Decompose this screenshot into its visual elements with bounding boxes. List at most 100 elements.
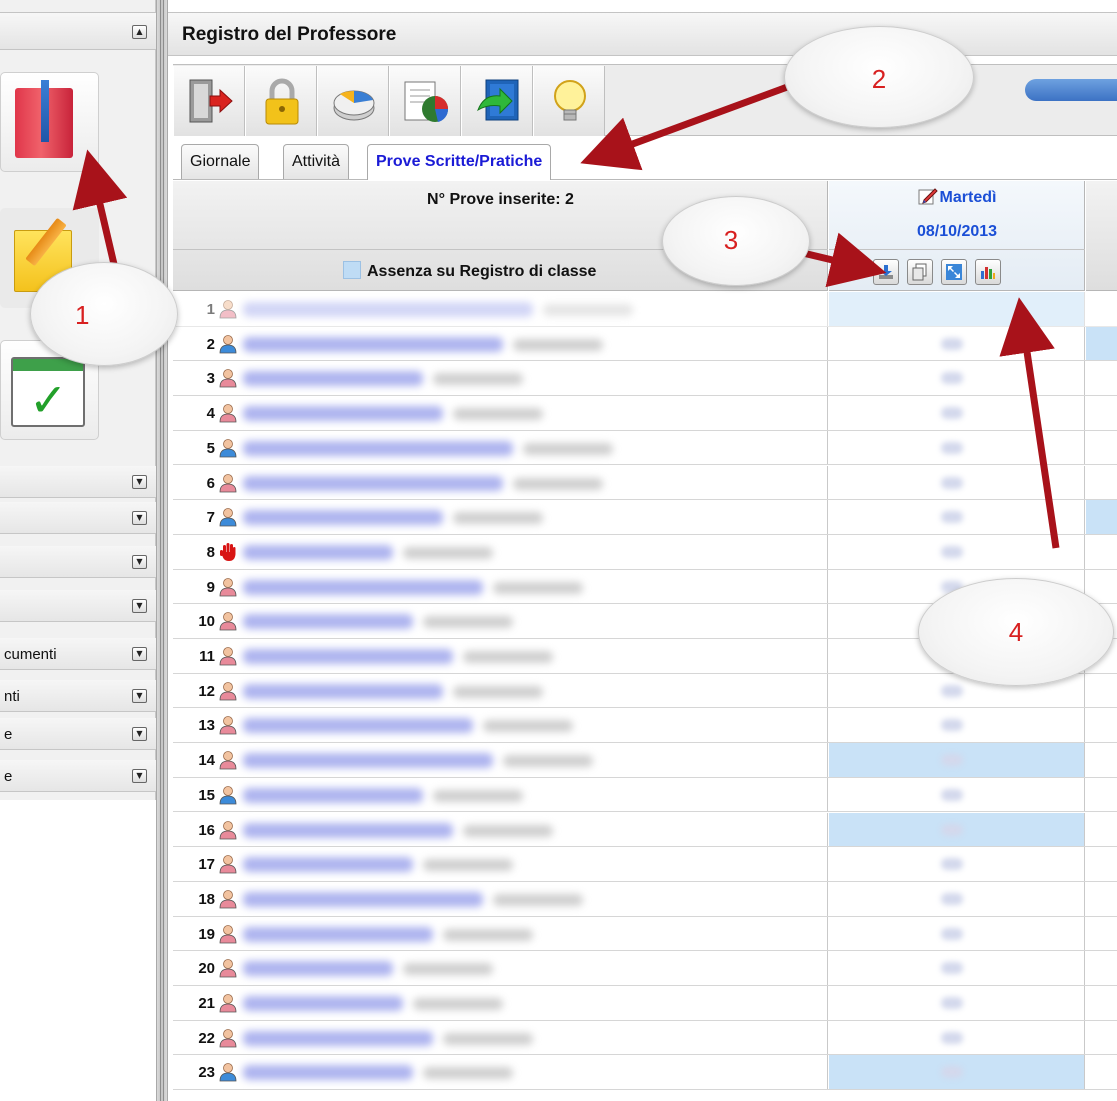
- chevron-down-icon[interactable]: ▼: [132, 511, 147, 525]
- grade-cell[interactable]: [829, 743, 1085, 777]
- grade-cell[interactable]: [829, 1055, 1085, 1090]
- chevron-down-icon[interactable]: ▼: [132, 475, 147, 489]
- sidebar-section-6[interactable]: nti ▼: [0, 680, 156, 712]
- tab-prove-scritte-pratiche[interactable]: Prove Scritte/Pratiche: [367, 144, 552, 180]
- next-column-cell[interactable]: [1086, 396, 1117, 430]
- sidebar-collapse-button[interactable]: ▲: [132, 25, 147, 39]
- table-row[interactable]: 13: [173, 708, 1117, 744]
- sidebar-section-1[interactable]: ▼: [0, 466, 156, 498]
- next-column-cell[interactable]: [1086, 916, 1117, 951]
- chevron-down-icon[interactable]: ▼: [132, 689, 147, 703]
- student-name-redacted[interactable]: [243, 336, 503, 352]
- lock-button[interactable]: [245, 66, 317, 136]
- export-button[interactable]: [461, 66, 533, 136]
- grade-cell[interactable]: [829, 916, 1085, 951]
- sidebar-section-3[interactable]: ▼: [0, 546, 156, 578]
- statistics-button[interactable]: [317, 66, 389, 136]
- grade-cell[interactable]: [829, 951, 1085, 985]
- panel-splitter[interactable]: [156, 0, 168, 1101]
- chevron-down-icon[interactable]: ▼: [132, 769, 147, 783]
- student-name-redacted[interactable]: [243, 440, 513, 456]
- student-name-redacted[interactable]: [243, 649, 453, 664]
- student-name-redacted[interactable]: [243, 996, 403, 1011]
- next-column-cell[interactable]: [1086, 500, 1117, 534]
- next-column-cell[interactable]: [1086, 361, 1117, 396]
- table-row[interactable]: 14: [173, 743, 1117, 778]
- next-column-cell[interactable]: [1086, 534, 1117, 569]
- table-row[interactable]: 5: [173, 430, 1117, 466]
- grade-cell[interactable]: [829, 812, 1085, 847]
- table-row[interactable]: 6: [173, 465, 1117, 501]
- grade-cell[interactable]: [829, 777, 1085, 812]
- help-tips-button[interactable]: [533, 66, 605, 136]
- grade-cell[interactable]: [829, 534, 1085, 569]
- table-row[interactable]: 2: [173, 326, 1117, 362]
- next-column-cell[interactable]: [1086, 847, 1117, 881]
- grade-cell[interactable]: [829, 465, 1085, 500]
- table-row[interactable]: 21: [173, 986, 1117, 1021]
- student-name-redacted[interactable]: [243, 926, 433, 942]
- student-name-redacted[interactable]: [243, 753, 493, 769]
- student-name-redacted[interactable]: [243, 1030, 433, 1046]
- grade-cell[interactable]: [829, 708, 1085, 743]
- table-row[interactable]: 8: [173, 534, 1117, 570]
- table-row[interactable]: 15: [173, 777, 1117, 813]
- student-name-redacted[interactable]: [243, 510, 443, 526]
- sidebar-section-7[interactable]: e ▼: [0, 718, 156, 750]
- student-name-redacted[interactable]: [243, 475, 503, 491]
- table-row[interactable]: 17: [173, 847, 1117, 882]
- next-column-cell[interactable]: [1086, 951, 1117, 985]
- tab-attivita[interactable]: Attività: [283, 144, 350, 179]
- next-column-cell[interactable]: [1086, 1055, 1117, 1090]
- sidebar-section-documents[interactable]: cumenti ▼: [0, 638, 156, 670]
- student-name-redacted[interactable]: [243, 302, 533, 317]
- sidebar-section-8[interactable]: e ▼: [0, 760, 156, 792]
- next-column-cell[interactable]: [1086, 430, 1117, 465]
- report-button[interactable]: [389, 66, 461, 136]
- next-column-cell[interactable]: [1086, 881, 1117, 916]
- grade-cell[interactable]: [829, 326, 1085, 361]
- next-column-cell[interactable]: [1086, 292, 1117, 326]
- chevron-down-icon[interactable]: ▼: [132, 599, 147, 613]
- table-row[interactable]: 7: [173, 500, 1117, 535]
- next-column-cell[interactable]: [1086, 326, 1117, 361]
- grade-cell[interactable]: [829, 430, 1085, 465]
- table-row[interactable]: 23: [173, 1055, 1117, 1091]
- grade-cell[interactable]: [829, 396, 1085, 430]
- register-tile-button[interactable]: [0, 72, 99, 172]
- next-column-cell[interactable]: [1086, 708, 1117, 743]
- expand-test-button[interactable]: [941, 259, 967, 285]
- grade-cell[interactable]: [829, 361, 1085, 396]
- next-column-cell[interactable]: [1086, 1020, 1117, 1055]
- student-name-redacted[interactable]: [243, 544, 393, 560]
- next-column-cell[interactable]: [1086, 777, 1117, 812]
- tab-giornale[interactable]: Giornale: [181, 144, 260, 179]
- chevron-down-icon[interactable]: ▼: [132, 727, 147, 741]
- student-name-redacted[interactable]: [243, 614, 413, 630]
- grade-cell[interactable]: [829, 881, 1085, 916]
- chevron-down-icon[interactable]: ▼: [132, 555, 147, 569]
- table-row[interactable]: 16: [173, 812, 1117, 848]
- grade-cell[interactable]: [829, 500, 1085, 534]
- test-day-link[interactable]: Martedì: [829, 187, 1085, 207]
- student-name-redacted[interactable]: [243, 961, 393, 977]
- sidebar-section-2[interactable]: ▼: [0, 502, 156, 534]
- test-statistics-button[interactable]: [975, 259, 1001, 285]
- student-name-redacted[interactable]: [243, 857, 413, 873]
- table-row[interactable]: 22: [173, 1020, 1117, 1056]
- student-name-redacted[interactable]: [243, 683, 443, 699]
- student-name-redacted[interactable]: [243, 1065, 413, 1081]
- chevron-down-icon[interactable]: ▼: [132, 647, 147, 661]
- student-name-redacted[interactable]: [243, 787, 423, 803]
- next-column-cell[interactable]: [1086, 465, 1117, 500]
- table-row[interactable]: 19: [173, 916, 1117, 952]
- next-column-cell[interactable]: [1086, 743, 1117, 777]
- next-column-cell[interactable]: [1086, 812, 1117, 847]
- toolbar-toggle[interactable]: [1025, 79, 1117, 101]
- table-row[interactable]: 4: [173, 396, 1117, 431]
- next-column-cell[interactable]: [1086, 986, 1117, 1020]
- copy-test-button[interactable]: [907, 259, 933, 285]
- next-column-cell[interactable]: [1086, 673, 1117, 708]
- student-name-redacted[interactable]: [243, 579, 483, 595]
- student-name-redacted[interactable]: [243, 822, 453, 838]
